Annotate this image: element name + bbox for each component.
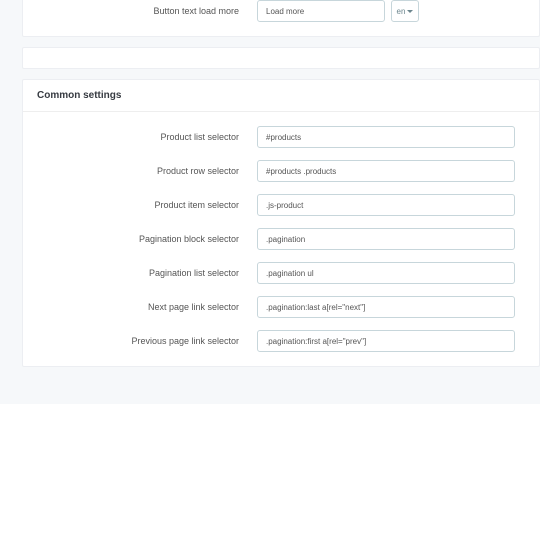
- input-pagination-list-selector[interactable]: [257, 262, 515, 284]
- control-product-list-selector: [257, 126, 525, 148]
- row-pagination-list-selector: Pagination list selector: [37, 262, 525, 284]
- control-pagination-list-selector: [257, 262, 525, 284]
- input-product-item-selector[interactable]: [257, 194, 515, 216]
- label-next-page-link-selector: Next page link selector: [37, 302, 257, 312]
- label-product-list-selector: Product list selector: [37, 132, 257, 142]
- row-previous-page-link-selector: Previous page link selector: [37, 330, 525, 352]
- label-button-text-load-more: Button text load more: [37, 6, 257, 16]
- control-product-item-selector: [257, 194, 525, 216]
- input-previous-page-link-selector[interactable]: [257, 330, 515, 352]
- panel-empty-strip: [22, 47, 540, 69]
- input-product-list-selector[interactable]: [257, 126, 515, 148]
- panel-common-settings: Common settings Product list selector Pro…: [22, 79, 540, 367]
- row-next-page-link-selector: Next page link selector: [37, 296, 525, 318]
- panel-top-fragment: Button text load more en: [22, 0, 540, 37]
- control-pagination-block-selector: [257, 228, 525, 250]
- row-product-item-selector: Product item selector: [37, 194, 525, 216]
- control-previous-page-link-selector: [257, 330, 525, 352]
- label-product-row-selector: Product row selector: [37, 166, 257, 176]
- common-settings-heading: Common settings: [23, 80, 539, 112]
- row-button-text-load-more: Button text load more en: [37, 0, 525, 22]
- input-pagination-block-selector[interactable]: [257, 228, 515, 250]
- label-pagination-list-selector: Pagination list selector: [37, 268, 257, 278]
- lang-dropdown[interactable]: en: [391, 0, 419, 22]
- label-pagination-block-selector: Pagination block selector: [37, 234, 257, 244]
- control-product-row-selector: [257, 160, 525, 182]
- lang-code: en: [397, 7, 406, 16]
- control-next-page-link-selector: [257, 296, 525, 318]
- label-product-item-selector: Product item selector: [37, 200, 257, 210]
- row-product-list-selector: Product list selector: [37, 126, 525, 148]
- row-pagination-block-selector: Pagination block selector: [37, 228, 525, 250]
- row-product-row-selector: Product row selector: [37, 160, 525, 182]
- input-next-page-link-selector[interactable]: [257, 296, 515, 318]
- control-button-text: en: [257, 0, 525, 22]
- input-product-row-selector[interactable]: [257, 160, 515, 182]
- input-button-text-load-more[interactable]: [257, 0, 385, 22]
- whitespace-region: [0, 404, 540, 540]
- chevron-down-icon: [407, 10, 413, 13]
- label-previous-page-link-selector: Previous page link selector: [37, 336, 257, 346]
